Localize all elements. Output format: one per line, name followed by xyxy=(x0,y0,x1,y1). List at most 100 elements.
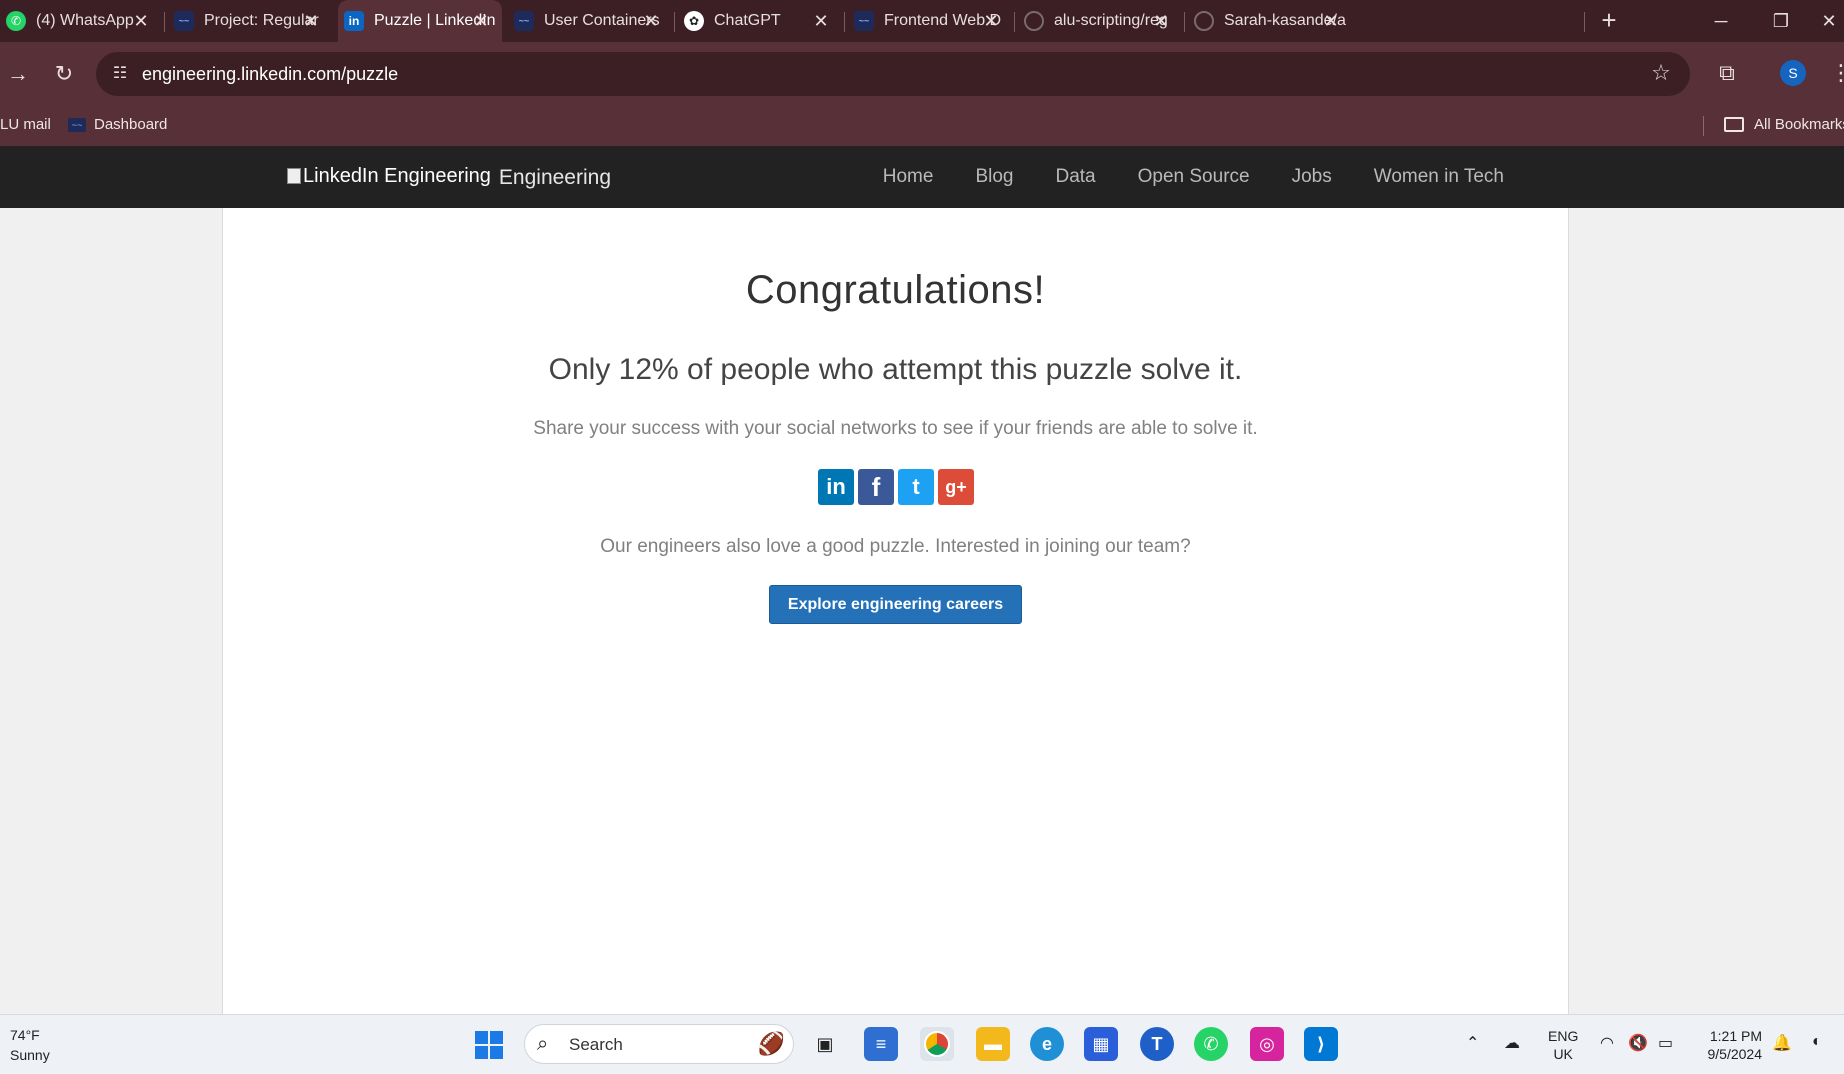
alu-icon: ~~ xyxy=(68,117,86,132)
tab-chatgpt[interactable]: ✿ ChatGPT ✕ xyxy=(678,0,842,42)
close-icon[interactable]: ✕ xyxy=(300,10,322,32)
chrome-icon[interactable] xyxy=(920,1027,954,1061)
start-button[interactable] xyxy=(475,1031,503,1059)
close-icon[interactable]: ✕ xyxy=(810,10,832,32)
weather-desc: Sunny xyxy=(10,1047,50,1063)
nav-home[interactable]: Home xyxy=(883,166,934,188)
browser-toolbar: → ↻ ☷ engineering.linkedin.com/puzzle ☆ … xyxy=(0,42,1844,106)
onedrive-icon[interactable]: ☁ xyxy=(1504,1033,1520,1053)
new-tab-button[interactable]: + xyxy=(1596,7,1622,34)
linkedin-share-icon[interactable]: in xyxy=(818,469,854,505)
extensions-icon[interactable]: ⧉ xyxy=(1712,58,1742,88)
nav-data[interactable]: Data xyxy=(1055,166,1095,188)
store-icon[interactable]: ▦ xyxy=(1084,1027,1118,1061)
nav-women-in-tech[interactable]: Women in Tech xyxy=(1374,166,1504,188)
chevron-up-icon[interactable]: ⌃ xyxy=(1466,1033,1479,1053)
alu-icon: ~~ xyxy=(174,11,194,31)
nav-open-source[interactable]: Open Source xyxy=(1138,166,1250,188)
close-icon[interactable]: ✕ xyxy=(470,10,492,32)
volume-muted-icon[interactable]: 🔇 xyxy=(1628,1033,1648,1053)
all-bookmarks-button[interactable]: All Bookmarks xyxy=(1724,116,1844,133)
folder-icon xyxy=(1724,117,1744,132)
forward-icon[interactable]: → xyxy=(2,58,34,90)
all-bookmarks-label: All Bookmarks xyxy=(1754,116,1844,133)
battery-icon[interactable]: ▭ xyxy=(1658,1033,1673,1053)
reload-icon[interactable]: ↻ xyxy=(48,58,80,90)
notepad-icon[interactable]: ≡ xyxy=(864,1027,898,1061)
broken-image-icon xyxy=(287,168,301,184)
bookmark-dashboard[interactable]: ~~ Dashboard xyxy=(68,116,167,133)
bookmark-lu-mail[interactable]: LU mail xyxy=(0,116,51,133)
language-indicator[interactable]: ENG UK xyxy=(1548,1027,1578,1063)
alu-icon: ~~ xyxy=(514,11,534,31)
nav-jobs[interactable]: Jobs xyxy=(1292,166,1332,188)
whatsapp-icon[interactable]: ✆ xyxy=(1194,1027,1228,1061)
logo-suffix: Engineering xyxy=(498,166,612,189)
close-icon[interactable]: ✕ xyxy=(980,10,1002,32)
notification-bell-icon[interactable]: 🔔 xyxy=(1772,1033,1792,1053)
clock-time: 1:21 PM xyxy=(1709,1028,1762,1044)
window-close-icon[interactable]: ✕ xyxy=(1814,6,1844,36)
github-icon xyxy=(1194,11,1214,31)
avatar[interactable]: S xyxy=(1780,60,1806,86)
site-header: LinkedIn Engineering Engineering Home Bl… xyxy=(0,146,1844,208)
copilot-icon[interactable]: ◐ xyxy=(1812,1033,1822,1051)
explore-careers-button[interactable]: Explore engineering careers xyxy=(769,585,1022,624)
taskbar-search[interactable]: ⌕ Search 🏈 xyxy=(524,1024,794,1064)
tab-frontend-web[interactable]: ~~ Frontend Web D ✕ xyxy=(848,0,1012,42)
close-icon[interactable]: ✕ xyxy=(130,10,152,32)
search-label: Search xyxy=(569,1035,623,1054)
minimize-icon[interactable]: ─ xyxy=(1706,6,1736,36)
bookmark-star-icon[interactable]: ☆ xyxy=(1648,60,1674,86)
puzzle-result-panel: Congratulations! Only 12% of people who … xyxy=(222,208,1569,1014)
app-t-icon[interactable]: T xyxy=(1140,1027,1174,1061)
github-icon xyxy=(1024,11,1044,31)
bookmarks-bar: LU mail ~~ Dashboard All Bookmarks xyxy=(0,106,1844,146)
site-logo[interactable]: LinkedIn Engineering Engineering xyxy=(287,162,611,190)
share-prompt: Share your success with your social netw… xyxy=(533,418,1258,439)
bookmark-label: LU mail xyxy=(0,116,51,133)
facebook-share-icon[interactable]: f xyxy=(858,469,894,505)
close-icon[interactable]: ✕ xyxy=(640,10,662,32)
close-icon[interactable]: ✕ xyxy=(1150,10,1172,32)
system-clock[interactable]: 1:21 PM 9/5/2024 xyxy=(1700,1027,1763,1063)
lang-code: ENG xyxy=(1548,1028,1579,1044)
restore-icon[interactable]: ❐ xyxy=(1766,6,1796,36)
instagram-icon[interactable]: ◎ xyxy=(1250,1027,1284,1061)
tab-sarah-kasande[interactable]: Sarah-kasande/a ✕ xyxy=(1188,0,1352,42)
lang-region: UK xyxy=(1553,1046,1573,1062)
browser-menu-icon[interactable]: ⋮ xyxy=(1830,58,1844,88)
alu-icon: ~~ xyxy=(854,11,874,31)
tab-project-regular[interactable]: ~~ Project: Regular ✕ xyxy=(168,0,332,42)
site-nav: Home Blog Data Open Source Jobs Women in… xyxy=(841,166,1504,188)
url-text[interactable]: engineering.linkedin.com/puzzle xyxy=(142,64,398,85)
address-bar[interactable]: ☷ engineering.linkedin.com/puzzle ☆ xyxy=(96,52,1690,96)
weather-temp: 74°F xyxy=(10,1027,40,1043)
vscode-icon[interactable]: ⟩ xyxy=(1304,1027,1338,1061)
windows-taskbar: 74°F Sunny ⌕ Search 🏈 ▣ ≡ ▬ e ▦ T ✆ ◎ ⟩ … xyxy=(0,1014,1844,1074)
tab-user-containers[interactable]: ~~ User Containers ✕ xyxy=(508,0,672,42)
tab-alu-scripting[interactable]: alu-scripting/reg ✕ xyxy=(1018,0,1182,42)
tab-whatsapp[interactable]: ✆ (4) WhatsApp ✕ xyxy=(0,0,162,42)
chatgpt-icon: ✿ xyxy=(684,11,704,31)
google-plus-share-icon[interactable]: g+ xyxy=(938,469,974,505)
site-info-icon[interactable]: ☷ xyxy=(108,62,132,86)
search-highlight-icon: 🏈 xyxy=(757,1031,785,1056)
twitter-share-icon[interactable]: t xyxy=(898,469,934,505)
task-view-icon[interactable]: ▣ xyxy=(808,1027,842,1061)
search-icon: ⌕ xyxy=(537,1033,549,1055)
page-title: Congratulations! xyxy=(745,268,1046,312)
nav-blog[interactable]: Blog xyxy=(975,166,1013,188)
tab-puzzle-linkedin[interactable]: in Puzzle | LinkedIn ✕ xyxy=(338,0,502,42)
wifi-icon[interactable]: ◠ xyxy=(1600,1033,1614,1053)
clock-date: 9/5/2024 xyxy=(1707,1046,1763,1062)
linkedin-icon: in xyxy=(344,11,364,31)
close-icon[interactable]: ✕ xyxy=(1320,10,1342,32)
solve-rate-text: Only 12% of people who attempt this puzz… xyxy=(548,353,1243,386)
bookmark-label: Dashboard xyxy=(94,116,168,133)
logo-alt-text: LinkedIn Engineering xyxy=(303,164,491,187)
weather-widget[interactable]: 74°F Sunny xyxy=(10,1025,50,1065)
tab-strip: ✆ (4) WhatsApp ✕ ~~ Project: Regular ✕ i… xyxy=(0,0,1844,42)
file-explorer-icon[interactable]: ▬ xyxy=(976,1027,1010,1061)
edge-icon[interactable]: e xyxy=(1030,1027,1064,1061)
